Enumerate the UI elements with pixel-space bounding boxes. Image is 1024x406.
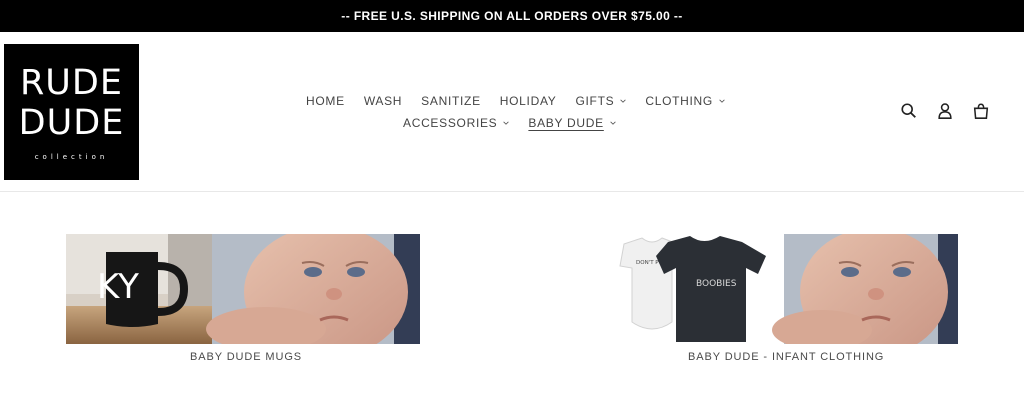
announcement-bar: -- FREE U.S. SHIPPING ON ALL ORDERS OVER… bbox=[0, 0, 1024, 32]
main-nav-row-1: HOME WASH SANITIZE HOLIDAY GIFTS CLOTHIN… bbox=[306, 94, 744, 108]
nav-item-baby-dude[interactable]: BABY DUDE bbox=[528, 116, 616, 130]
svg-text:KY: KY bbox=[97, 267, 139, 307]
logo-line-3: collection bbox=[34, 153, 109, 161]
nav-item-sanitize[interactable]: SANITIZE bbox=[421, 94, 481, 108]
collection-title-infant-clothing[interactable]: BABY DUDE - INFANT CLOTHING bbox=[688, 351, 884, 363]
search-icon[interactable] bbox=[900, 102, 918, 120]
announcement-text: -- FREE U.S. SHIPPING ON ALL ORDERS OVER… bbox=[341, 9, 683, 23]
account-icon[interactable] bbox=[936, 102, 954, 120]
collection-title-mugs[interactable]: BABY DUDE MUGS bbox=[190, 351, 302, 363]
chevron-down-icon bbox=[503, 121, 510, 125]
site-logo[interactable]: RUDE DUDE collection bbox=[4, 44, 139, 180]
chevron-down-icon bbox=[610, 121, 616, 125]
collection-image-mugs: KY bbox=[66, 234, 420, 344]
nav-item-clothing[interactable]: CLOTHING bbox=[645, 94, 725, 108]
nav-item-accessories[interactable]: ACCESSORIES bbox=[403, 116, 510, 130]
collection-image-infant-clothing: DON'T PUT THOSE AWAY YET BOOBIES bbox=[612, 234, 958, 344]
cart-icon[interactable] bbox=[972, 102, 990, 120]
collection-card-infant-clothing[interactable]: DON'T PUT THOSE AWAY YET BOOBIES bbox=[612, 234, 958, 344]
header-icons bbox=[900, 102, 990, 120]
nav-item-holiday[interactable]: HOLIDAY bbox=[500, 94, 557, 108]
chevron-down-icon bbox=[719, 99, 725, 103]
mug-text: KY bbox=[97, 267, 139, 307]
nav-item-home[interactable]: HOME bbox=[306, 94, 345, 108]
collection-card-mugs[interactable]: KY bbox=[66, 234, 420, 344]
nav-item-wash[interactable]: WASH bbox=[364, 94, 402, 108]
logo-line-2: DUDE bbox=[18, 103, 125, 143]
chevron-down-icon bbox=[620, 99, 627, 103]
main-nav-row-2: ACCESSORIES BABY DUDE bbox=[403, 116, 635, 130]
logo-line-1: RUDE bbox=[19, 63, 123, 103]
nav-item-gifts[interactable]: GIFTS bbox=[575, 94, 627, 108]
site-header: RUDE DUDE collection HOME WASH SANITIZE … bbox=[0, 32, 1024, 192]
tee-text: BOOBIES bbox=[696, 279, 737, 289]
svg-text:BOOBIES: BOOBIES bbox=[696, 279, 737, 289]
